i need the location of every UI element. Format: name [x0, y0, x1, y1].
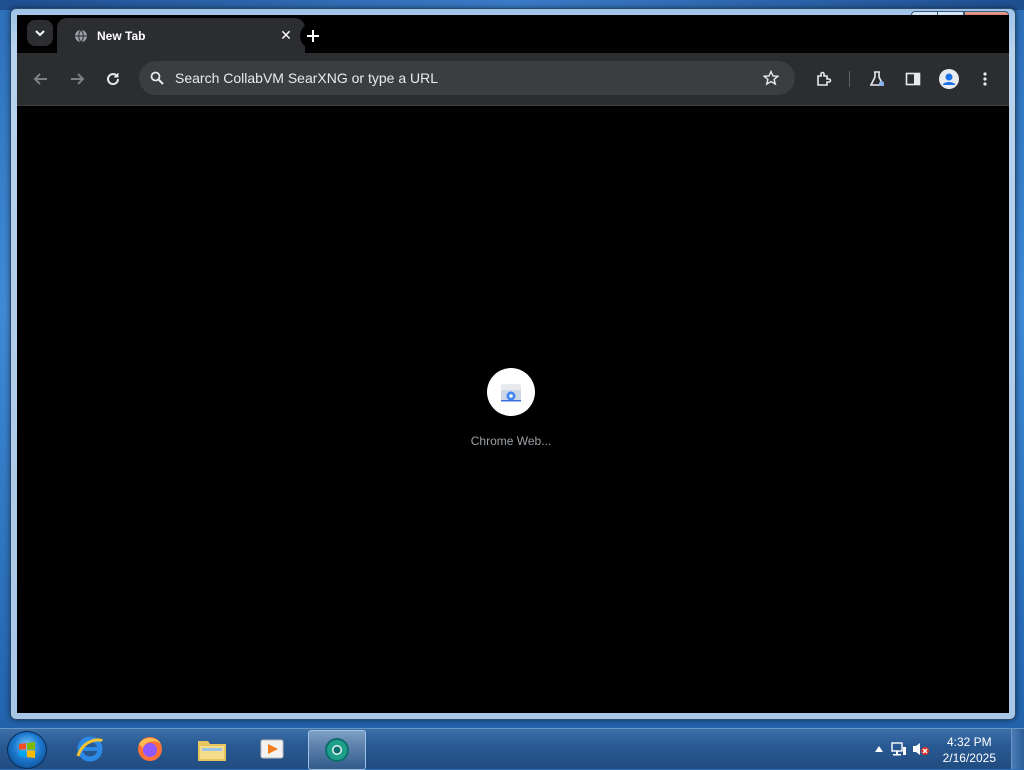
show-hidden-icons-button[interactable] [870, 740, 888, 758]
tab-search-button[interactable] [27, 20, 53, 46]
show-desktop-button[interactable] [1011, 729, 1024, 769]
taskbar-chrome-dev[interactable] [308, 730, 366, 770]
clock-time: 4:32 PM [946, 735, 992, 749]
address-bar[interactable]: Search CollabVM SearXNG or type a URL [139, 61, 795, 95]
reload-icon [107, 73, 120, 86]
chrome-web-store-icon [501, 384, 521, 402]
windows-logo-icon [19, 742, 35, 758]
arrow-left-icon [33, 73, 47, 85]
speaker-muted-icon [913, 743, 929, 755]
star-icon [763, 70, 779, 86]
start-button[interactable] [7, 731, 47, 769]
side-panel-button[interactable] [901, 67, 925, 91]
firefox-icon [138, 737, 162, 761]
system-tray: 4:32 PM 2/16/2025 [864, 729, 1024, 769]
avatar-icon [939, 69, 959, 89]
tab-new-tab[interactable]: New Tab ✕ [57, 18, 305, 53]
file-explorer-icon [198, 741, 226, 761]
back-button[interactable] [29, 67, 53, 91]
tab-strip: New Tab ✕ [17, 15, 1009, 53]
address-bar-placeholder: Search CollabVM SearXNG or type a URL [175, 70, 438, 86]
more-vertical-icon [983, 72, 987, 86]
volume-tray-button[interactable] [912, 740, 930, 758]
taskbar-media-player[interactable] [244, 730, 300, 768]
new-tab-button[interactable] [300, 23, 326, 49]
tab-close-button[interactable]: ✕ [275, 25, 297, 47]
bookmark-star-button[interactable] [759, 66, 783, 90]
browser-chrome: New Tab ✕ Search CollabVM SearXNG or typ… [17, 15, 1009, 713]
taskbar: 4:32 PM 2/16/2025 [0, 728, 1024, 770]
arrow-right-icon [71, 73, 85, 85]
reload-button[interactable] [101, 67, 125, 91]
taskbar-firefox[interactable] [122, 730, 178, 768]
network-icon [891, 742, 906, 756]
menu-button[interactable] [973, 67, 997, 91]
media-player-icon [260, 739, 284, 759]
new-tab-page: Chrome Web... [17, 106, 1009, 713]
plus-icon [307, 30, 319, 42]
taskbar-file-explorer[interactable] [184, 730, 240, 768]
clock[interactable]: 4:32 PM 2/16/2025 [943, 734, 996, 766]
chevron-down-icon [35, 30, 45, 37]
extensions-button[interactable] [812, 67, 836, 91]
shortcut-tile[interactable]: Chrome Web... [467, 368, 555, 448]
taskbar-internet-explorer[interactable] [62, 730, 118, 768]
toolbar-separator [849, 71, 850, 87]
forward-button[interactable] [65, 67, 89, 91]
flask-icon [869, 71, 885, 86]
globe-icon [73, 28, 89, 44]
puzzle-icon [817, 71, 832, 86]
triangle-up-icon [875, 746, 883, 752]
chrome-dev-icon [325, 738, 349, 762]
browser-toolbar: Search CollabVM SearXNG or type a URL [17, 53, 1009, 106]
profile-button[interactable] [937, 67, 961, 91]
side-panel-icon [905, 72, 921, 86]
search-icon [149, 70, 165, 86]
labs-button[interactable] [865, 67, 889, 91]
internet-explorer-icon [76, 736, 104, 762]
network-tray-button[interactable] [890, 740, 908, 758]
tab-title: New Tab [97, 28, 146, 43]
shortcut-label: Chrome Web... [470, 434, 552, 448]
browser-window: ▁ ▢ ✕ New Tab ✕ [10, 8, 1016, 720]
shortcut-icon-circle [487, 368, 535, 416]
clock-date: 2/16/2025 [942, 751, 996, 765]
